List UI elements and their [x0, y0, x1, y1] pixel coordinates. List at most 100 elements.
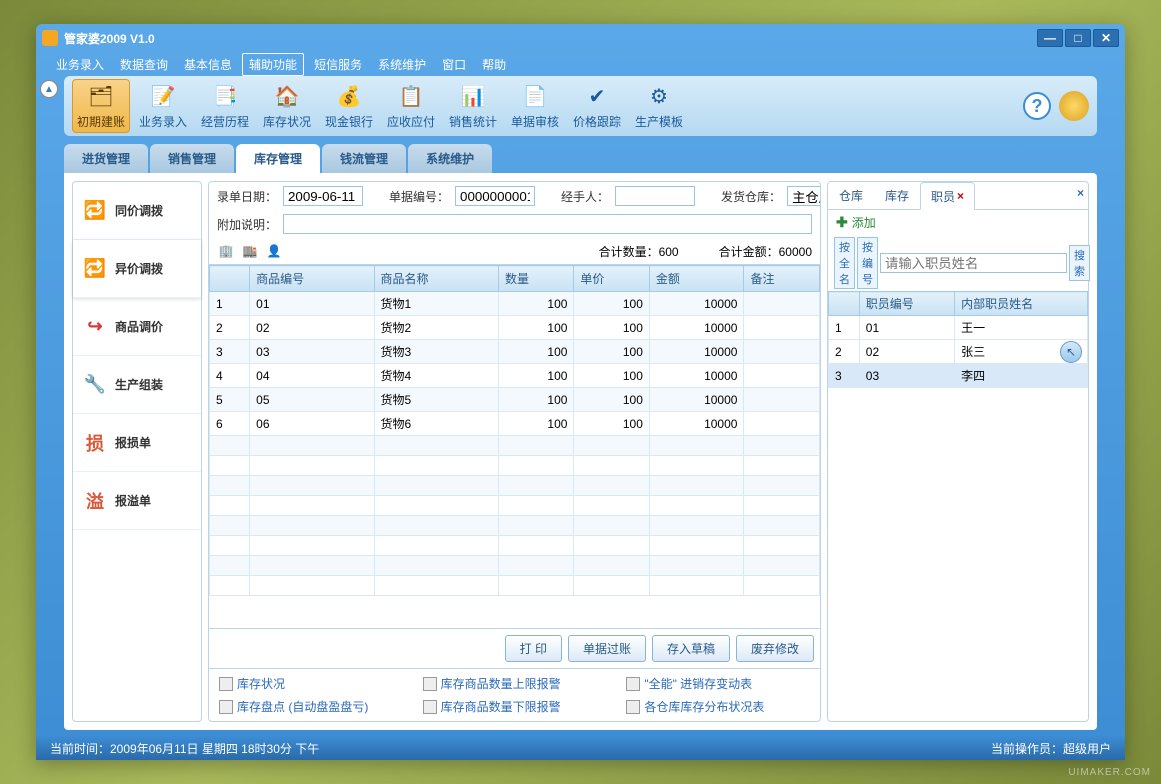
date-label: 录单日期：: [217, 188, 277, 205]
col-header[interactable]: 商品名称: [374, 266, 498, 292]
table-row[interactable]: 202张三: [829, 340, 1088, 364]
navitem-0[interactable]: 🔁同价调拨: [73, 182, 201, 240]
col-header[interactable]: 内部职员姓名: [955, 292, 1088, 316]
table-row[interactable]: [210, 476, 820, 496]
table-row[interactable]: 101货物110010010000: [210, 292, 820, 316]
warehouse-label: 发货仓库：: [721, 188, 781, 205]
tab-close-icon[interactable]: ×: [957, 189, 964, 203]
person-icon[interactable]: 👤: [265, 242, 283, 260]
minimize-button[interactable]: —: [1037, 29, 1063, 47]
col-header[interactable]: 职员编号: [859, 292, 954, 316]
building2-icon[interactable]: 🏬: [241, 242, 259, 260]
close-panel-icon[interactable]: ×: [1077, 186, 1084, 200]
link-3[interactable]: 库存盘点 (自动盘盈盘亏): [219, 698, 403, 715]
table-row[interactable]: 505货物510010010000: [210, 388, 820, 412]
rtab-1[interactable]: 库存: [874, 182, 920, 209]
link-2[interactable]: "全能" 进销存变动表: [626, 675, 810, 692]
rtab-0[interactable]: 仓库: [828, 182, 874, 209]
toolbtn-8[interactable]: ✔价格跟踪: [568, 79, 626, 133]
note-input[interactable]: [283, 214, 812, 234]
table-row[interactable]: 404货物410010010000: [210, 364, 820, 388]
add-button[interactable]: ✚ 添加: [828, 210, 1088, 235]
table-row[interactable]: [210, 516, 820, 536]
toolbtn-3[interactable]: 🏠库存状况: [258, 79, 316, 133]
menu-7[interactable]: 帮助: [476, 54, 512, 75]
menu-2[interactable]: 基本信息: [178, 54, 238, 75]
menu-1[interactable]: 数据查询: [114, 54, 174, 75]
arrow-up-icon[interactable]: ↖: [1060, 341, 1082, 363]
table-row[interactable]: [210, 536, 820, 556]
table-row[interactable]: 303货物310010010000: [210, 340, 820, 364]
table-row[interactable]: [210, 556, 820, 576]
filter-fullname-button[interactable]: 按全名: [834, 237, 855, 289]
navitem-2[interactable]: ↪商品调价: [73, 298, 201, 356]
table-row[interactable]: [210, 456, 820, 476]
toolbtn-5[interactable]: 📋应收应付: [382, 79, 440, 133]
collapse-toolbar-button[interactable]: ▲: [40, 80, 58, 98]
maintab-0[interactable]: 进货管理: [64, 144, 148, 173]
post-button[interactable]: 单据过账: [568, 635, 646, 662]
table-row[interactable]: 606货物610010010000: [210, 412, 820, 436]
filter-code-button[interactable]: 按编号: [857, 237, 878, 289]
search-button[interactable]: 搜索: [1069, 245, 1090, 281]
rtab-2[interactable]: 职员×: [920, 182, 975, 210]
navitem-1[interactable]: 🔁异价调拨: [73, 240, 201, 298]
link-1[interactable]: 库存商品数量上限报警: [423, 675, 607, 692]
building1-icon[interactable]: 🏢: [217, 242, 235, 260]
col-header[interactable]: 商品编号: [250, 266, 374, 292]
navitem-3[interactable]: 🔧生产组装: [73, 356, 201, 414]
warehouse-input[interactable]: [787, 186, 821, 206]
toolbtn-0[interactable]: 🗂初期建账: [72, 79, 130, 133]
table-row[interactable]: [210, 496, 820, 516]
maximize-button[interactable]: □: [1065, 29, 1091, 47]
toolbtn-9[interactable]: ⚙生产模板: [630, 79, 688, 133]
col-header[interactable]: 单价: [574, 266, 649, 292]
handler-input[interactable]: [615, 186, 695, 206]
titlebar[interactable]: 管家婆2009 V1.0 — □ ✕: [36, 24, 1125, 52]
maintab-4[interactable]: 系统维护: [408, 144, 492, 173]
doc-icon: [219, 700, 233, 714]
table-row[interactable]: 101王一: [829, 316, 1088, 340]
discard-button[interactable]: 废弃修改: [736, 635, 814, 662]
right-grid[interactable]: 职员编号内部职员姓名101王一202张三303李四 ↖: [828, 291, 1088, 721]
col-header[interactable]: 金额: [649, 266, 744, 292]
nav-icon: 损: [83, 431, 107, 455]
menu-3[interactable]: 辅助功能: [242, 53, 304, 76]
toolbtn-1[interactable]: 📝业务录入: [134, 79, 192, 133]
col-header[interactable]: 备注: [744, 266, 820, 292]
table-row[interactable]: [210, 436, 820, 456]
navitem-5[interactable]: 溢报溢单: [73, 472, 201, 530]
menu-0[interactable]: 业务录入: [50, 54, 110, 75]
help-icon[interactable]: ?: [1023, 92, 1051, 120]
draft-button[interactable]: 存入草稿: [652, 635, 730, 662]
toolbtn-4[interactable]: 💰现金银行: [320, 79, 378, 133]
docno-input[interactable]: [455, 186, 535, 206]
menu-5[interactable]: 系统维护: [372, 54, 432, 75]
tool-icon: 🗂: [87, 83, 115, 111]
main-grid[interactable]: 商品编号商品名称数量单价金额备注101货物110010010000202货物21…: [209, 264, 820, 628]
maintab-3[interactable]: 钱流管理: [322, 144, 406, 173]
print-button[interactable]: 打 印: [505, 635, 562, 662]
maintab-2[interactable]: 库存管理: [236, 144, 320, 173]
link-0[interactable]: 库存状况: [219, 675, 403, 692]
search-input[interactable]: [880, 253, 1067, 273]
link-4[interactable]: 库存商品数量下限报警: [423, 698, 607, 715]
toolbtn-7[interactable]: 📄单据审核: [506, 79, 564, 133]
table-row[interactable]: [210, 576, 820, 596]
toolbtn-2[interactable]: 📑经营历程: [196, 79, 254, 133]
col-header[interactable]: [210, 266, 250, 292]
table-row[interactable]: 303李四: [829, 364, 1088, 388]
col-header[interactable]: [829, 292, 860, 316]
date-input[interactable]: [283, 186, 363, 206]
menu-4[interactable]: 短信服务: [308, 54, 368, 75]
globe-icon[interactable]: [1059, 91, 1089, 121]
navitem-4[interactable]: 损报损单: [73, 414, 201, 472]
maintab-1[interactable]: 销售管理: [150, 144, 234, 173]
toolbtn-6[interactable]: 📊销售统计: [444, 79, 502, 133]
col-header[interactable]: 数量: [498, 266, 573, 292]
close-button[interactable]: ✕: [1093, 29, 1119, 47]
link-5[interactable]: 各仓库库存分布状况表: [626, 698, 810, 715]
menu-6[interactable]: 窗口: [436, 54, 472, 75]
table-row[interactable]: 202货物210010010000: [210, 316, 820, 340]
tool-icon: 💰: [335, 83, 363, 111]
